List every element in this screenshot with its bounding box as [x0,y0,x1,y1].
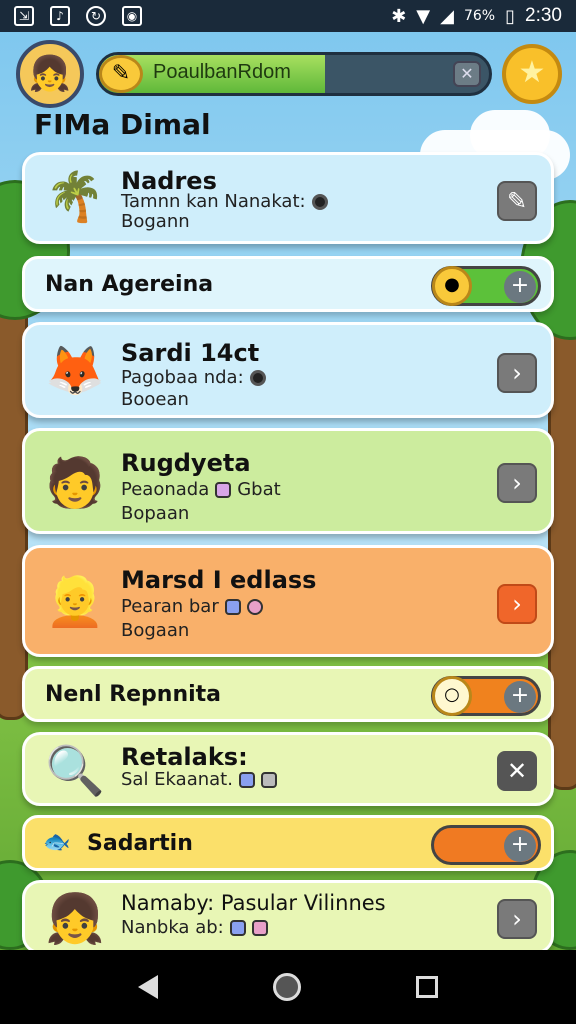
magnifier-icon: 🔍 [45,743,105,799]
coin-icon [311,193,328,210]
notification-icon: ⇲ [14,6,34,26]
status-bar: ⇲ ♪ ↻ ◉ ✱ ▼ ◢ 76% ▯ 2:30 [0,0,576,32]
list-item[interactable]: 👧 Namaby: Pasular Vilinnes Nanbka ab: › [22,880,554,954]
camera-icon: ◉ [122,6,142,26]
card-title: Sardi 14ct [121,339,260,367]
clock: 2:30 [525,5,562,26]
notification-icon: ♪ [50,6,70,26]
toggle-row: Nenl Repnnita ○ + [22,666,554,722]
card-title: Marsd I edlass [121,566,317,594]
star-button[interactable]: ★ [502,44,562,104]
list-item[interactable]: 🔍 Retalaks: Sal Ekaanat. ✕ [22,732,554,806]
home-icon[interactable] [272,973,301,1001]
sync-icon: ↻ [86,6,106,26]
chevron-right-icon[interactable]: › [497,353,537,393]
gem-icon [215,481,232,498]
list-item[interactable]: 🦊 Sardi 14ct Pagobaa nda: Booean › [22,322,554,418]
gem-icon [251,919,268,936]
list-item[interactable]: 👱 Marsd I edlass Pearan bar Bogaan › [22,545,554,657]
card-detail: Bogann [121,211,190,232]
toggle-row: Sadartin 🐟 + [22,815,554,871]
wifi-icon: ▼ [416,5,431,27]
chevron-right-icon[interactable]: › [497,584,537,624]
toggle-row: Nan Agereina ● + [22,256,554,312]
card-title: Rugdyeta [121,449,251,477]
tool-button[interactable]: ✕ [497,751,537,791]
gem-icon [260,771,277,788]
system-nav-bar [0,950,576,1024]
plus-icon: + [504,830,536,862]
card-title: Retalaks: [121,743,248,771]
list-item[interactable]: 🧑 Rugdyeta Peaonada Gbat Bopaan › [22,428,554,534]
toggle-switch[interactable]: ○ + [431,676,541,716]
page-title: FIMa Dimal [34,108,211,141]
bluetooth-icon: ✱ [391,5,407,27]
fish-icon: 🐟 [43,830,71,855]
edit-button[interactable]: ✎ [497,181,537,221]
battery-label: 76% [463,8,496,24]
battery-icon: ▯ [505,5,516,27]
xp-label: PoaulbanRdom [153,61,291,83]
card-detail: Bogaan [121,620,190,641]
recent-apps-icon[interactable] [416,976,439,998]
toggle-label: Nan Agereina [45,272,214,297]
coin-icon: ✎ [99,55,143,93]
toggle-switch[interactable]: + [431,825,541,865]
toggle-label: Nenl Repnnita [45,682,222,707]
card-subtitle: Sal Ekaanat. [121,769,277,790]
card-subtitle: Nanbka ab: [121,917,268,938]
card-subtitle: Peaonada Gbat [121,479,281,500]
chat-bubble-icon: ○ [432,676,472,716]
gem-icon [238,771,255,788]
card-detail: Booean [121,389,189,410]
fox-character-icon: 🦊 [45,343,105,399]
card-subtitle: Tamnn kan Nanakat: [121,191,328,212]
chevron-right-icon[interactable]: › [497,463,537,503]
plus-icon: + [504,271,536,303]
gem-icon [224,598,241,615]
player-avatar[interactable]: 👧 [16,40,84,108]
plus-icon: + [504,681,536,713]
game-header: 👧 ✎ PoaulbanRdom ✕ ★ FIMa Dimal [0,36,576,146]
toggle-switch[interactable]: ● + [431,266,541,306]
chevron-right-icon[interactable]: › [497,899,537,939]
character-avatar-icon: 🧑 [45,455,105,511]
character-avatar-icon: 👱 [45,574,105,630]
signal-icon: ◢ [440,5,454,27]
xp-progress-bar: ✎ PoaulbanRdom ✕ [96,52,492,96]
card-subtitle: Pearan bar [121,596,263,617]
gem-icon [229,919,246,936]
close-icon[interactable]: ✕ [453,61,481,87]
character-avatar-icon: 👧 [45,891,105,947]
card-detail: Bopaan [121,503,190,524]
gem-icon [246,598,263,615]
palm-tree-icon: 🌴 [45,169,105,225]
card-title: Namaby: Pasular Vilinnes [121,891,386,915]
coin-icon: ● [432,266,472,306]
coin-icon [249,369,266,386]
back-icon[interactable] [137,975,158,999]
card-subtitle: Pagobaa nda: [121,367,266,388]
list-item[interactable]: 🌴 Nadres Tamnn kan Nanakat: Bogann ✎ [22,152,554,244]
toggle-label: Sadartin [87,831,193,856]
